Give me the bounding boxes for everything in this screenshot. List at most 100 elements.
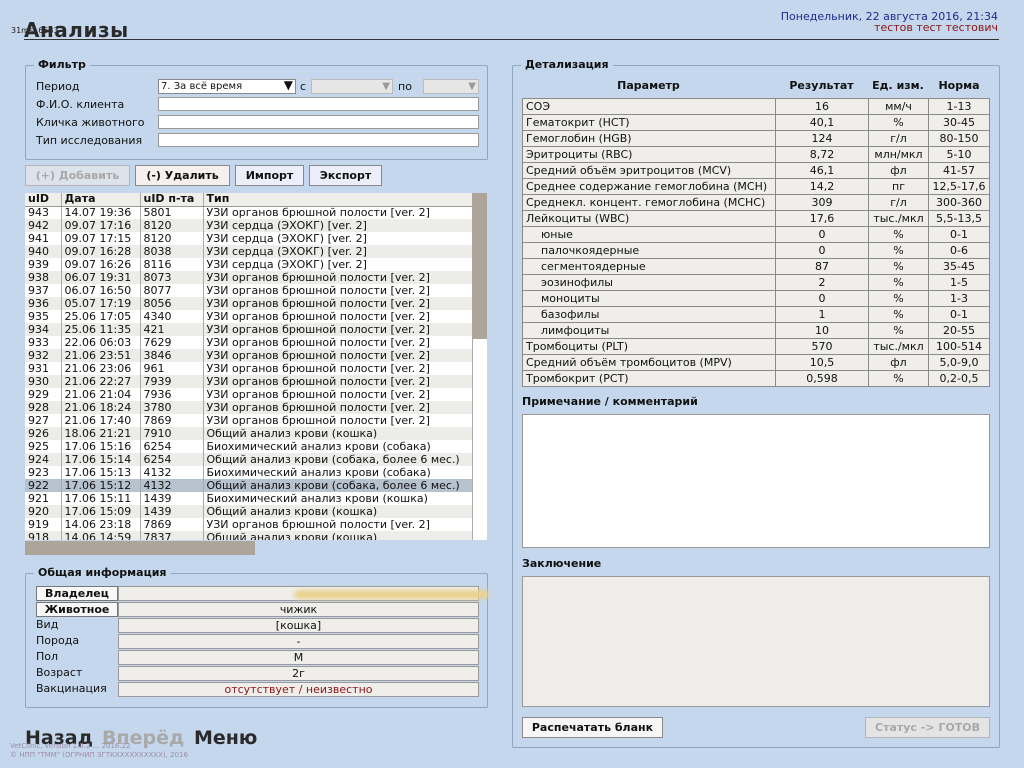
table-row[interactable]: 920 17.06 15:09 1439 Общий анализ крови (ко… <box>25 505 473 518</box>
table-cell: 7869 <box>140 518 204 531</box>
table-cell: 09.07 16:28 <box>61 245 141 258</box>
detail-row: Тромбокрит (PCT) 0,598% 0,2-0,5 <box>522 370 990 387</box>
table-row[interactable]: 935 25.06 17:05 4340 УЗИ органов брюшной по… <box>25 310 473 323</box>
table-row[interactable]: 939 09.07 16:26 8116 УЗИ сердца (ЭХОКГ) [ve… <box>25 258 473 271</box>
column-header[interactable]: Тип <box>203 193 473 207</box>
table-row[interactable]: 922 17.06 15:12 4132 Общий анализ крови (со… <box>25 479 473 492</box>
detail-cell-unit: пг <box>868 178 929 195</box>
client-name-input[interactable] <box>158 97 479 111</box>
table-cell: 8116 <box>140 258 204 271</box>
detail-legend: Детализация <box>521 58 613 71</box>
table-cell: 7936 <box>140 388 204 401</box>
import-button[interactable]: Импорт <box>235 165 304 186</box>
period-select[interactable]: 7. За всё время ▼ <box>158 79 296 94</box>
table-row[interactable]: 930 21.06 22:27 7939 УЗИ органов брюшной по… <box>25 375 473 388</box>
detail-cell-unit: % <box>868 258 929 275</box>
table-cell: 942 <box>25 219 62 232</box>
detail-cell-result[interactable]: 17,6 <box>775 210 869 227</box>
detail-cell-result[interactable]: 8,72 <box>775 146 869 163</box>
table-row[interactable]: 927 21.06 17:40 7869 УЗИ органов брюшной по… <box>25 414 473 427</box>
table-row[interactable]: 919 14.06 23:18 7869 УЗИ органов брюшной по… <box>25 518 473 531</box>
detail-cell-result[interactable]: 0,598 <box>775 370 869 387</box>
menu-link[interactable]: Меню <box>194 727 257 749</box>
detail-cell-unit: % <box>868 242 929 259</box>
detail-cell-result[interactable]: 309 <box>775 194 869 211</box>
detail-cell-result[interactable]: 1 <box>775 306 869 323</box>
detail-cell-unit: фл <box>868 354 929 371</box>
table-cell: 920 <box>25 505 62 518</box>
date-from-select[interactable]: ▼ <box>311 79 393 94</box>
table-row[interactable]: 925 17.06 15:16 6254 Биохимический анализ к… <box>25 440 473 453</box>
detail-cell-result[interactable]: 2 <box>775 274 869 291</box>
analyses-list[interactable]: uID Дата uID п-та Тип 943 14.07 19:36 5801… <box>25 193 487 540</box>
table-cell: 7869 <box>140 414 204 427</box>
table-cell: Общий анализ крови (собака, более 6 мес.… <box>203 453 473 466</box>
table-cell: 18.06 21:21 <box>61 427 141 440</box>
table-cell: 14.06 14:59 <box>61 531 141 540</box>
table-row[interactable]: 940 09.07 16:28 8038 УЗИ сердца (ЭХОКГ) [ve… <box>25 245 473 258</box>
detail-cell-norm: 20-55 <box>928 322 990 339</box>
column-header[interactable]: uID <box>25 193 62 207</box>
table-row[interactable]: 924 17.06 15:14 6254 Общий анализ крови (со… <box>25 453 473 466</box>
table-row[interactable]: 937 06.07 16:50 8077 УЗИ органов брюшной по… <box>25 284 473 297</box>
detail-cell-norm: 5,5-13,5 <box>928 210 990 227</box>
table-cell: Общий анализ крови (кошка) <box>203 531 473 540</box>
table-row[interactable]: 918 14.06 14:59 7837 Общий анализ крови (ко… <box>25 531 473 540</box>
delete-button[interactable]: (-) Удалить <box>135 165 230 186</box>
detail-cell-result[interactable]: 0 <box>775 242 869 259</box>
export-button[interactable]: Экспорт <box>309 165 382 186</box>
detail-header-param: Параметр <box>617 79 680 92</box>
conclusion-label: Заключение <box>522 557 602 570</box>
study-type-input[interactable] <box>158 133 479 147</box>
detail-cell-result[interactable]: 124 <box>775 130 869 147</box>
table-row[interactable]: 934 25.06 11:35 421 УЗИ органов брюшной пол… <box>25 323 473 336</box>
table-row[interactable]: 928 21.06 18:24 3780 УЗИ органов брюшной по… <box>25 401 473 414</box>
table-cell: УЗИ органов брюшной полости [ver. 2] <box>203 323 473 336</box>
table-row[interactable]: 938 06.07 19:31 8073 УЗИ органов брюшной по… <box>25 271 473 284</box>
table-row[interactable]: 933 22.06 06:03 7629 УЗИ органов брюшной по… <box>25 336 473 349</box>
detail-cell-result[interactable]: 40,1 <box>775 114 869 131</box>
table-row[interactable]: 932 21.06 23:51 3846 УЗИ органов брюшной по… <box>25 349 473 362</box>
detail-cell-result[interactable]: 46,1 <box>775 162 869 179</box>
list-horizontal-scrollbar[interactable] <box>25 541 255 555</box>
column-header[interactable]: uID п-та <box>140 193 204 207</box>
detail-cell-result[interactable]: 14,2 <box>775 178 869 195</box>
detail-cell-result[interactable]: 0 <box>775 226 869 243</box>
table-row[interactable]: 941 09.07 17:15 8120 УЗИ сердца (ЭХОКГ) [ve… <box>25 232 473 245</box>
detail-cell-norm: 5-10 <box>928 146 990 163</box>
table-row[interactable]: 926 18.06 21:21 7910 Общий анализ крови (ко… <box>25 427 473 440</box>
detail-cell-norm: 80-150 <box>928 130 990 147</box>
table-cell: 17.06 15:14 <box>61 453 141 466</box>
pet-name-input[interactable] <box>158 115 479 129</box>
status-ready-button[interactable]: Статус -> ГОТОВ <box>865 717 990 738</box>
table-cell: УЗИ органов брюшной полости [ver. 2] <box>203 297 473 310</box>
list-header: uID Дата uID п-та Тип <box>25 193 473 207</box>
detail-cell-result[interactable]: 0 <box>775 290 869 307</box>
table-row[interactable]: 929 21.06 21:04 7936 УЗИ органов брюшной по… <box>25 388 473 401</box>
list-vertical-scrollbar[interactable] <box>472 193 487 339</box>
detail-cell-result[interactable]: 16 <box>775 98 869 115</box>
date-to-select[interactable]: ▼ <box>423 79 479 94</box>
table-cell: 940 <box>25 245 62 258</box>
table-row[interactable]: 936 05.07 17:19 8056 УЗИ органов брюшной по… <box>25 297 473 310</box>
table-cell: УЗИ сердца (ЭХОКГ) [ver. 2] <box>203 245 473 258</box>
table-cell: 923 <box>25 466 62 479</box>
table-cell: 4132 <box>140 479 204 492</box>
table-row[interactable]: 943 14.07 19:36 5801 УЗИ органов брюшной по… <box>25 206 473 219</box>
table-row[interactable]: 923 17.06 15:13 4132 Биохимический анализ к… <box>25 466 473 479</box>
table-row[interactable]: 942 09.07 17:16 8120 УЗИ сердца (ЭХОКГ) [ve… <box>25 219 473 232</box>
detail-cell-result[interactable]: 10,5 <box>775 354 869 371</box>
add-button[interactable]: (+) Добавить <box>25 165 130 186</box>
detail-cell-result[interactable]: 87 <box>775 258 869 275</box>
pet-name-label: Кличка животного <box>36 116 145 129</box>
note-textarea[interactable] <box>522 414 990 548</box>
detail-cell-result[interactable]: 570 <box>775 338 869 355</box>
conclusion-textarea[interactable] <box>522 576 990 707</box>
column-header[interactable]: Дата <box>61 193 141 207</box>
table-cell: 7910 <box>140 427 204 440</box>
table-row[interactable]: 931 21.06 23:06 961 УЗИ органов брюшной пол… <box>25 362 473 375</box>
breed-label: Порода <box>36 634 80 647</box>
print-form-button[interactable]: Распечатать бланк <box>522 717 663 738</box>
detail-cell-result[interactable]: 10 <box>775 322 869 339</box>
table-row[interactable]: 921 17.06 15:11 1439 Биохимический анализ к… <box>25 492 473 505</box>
